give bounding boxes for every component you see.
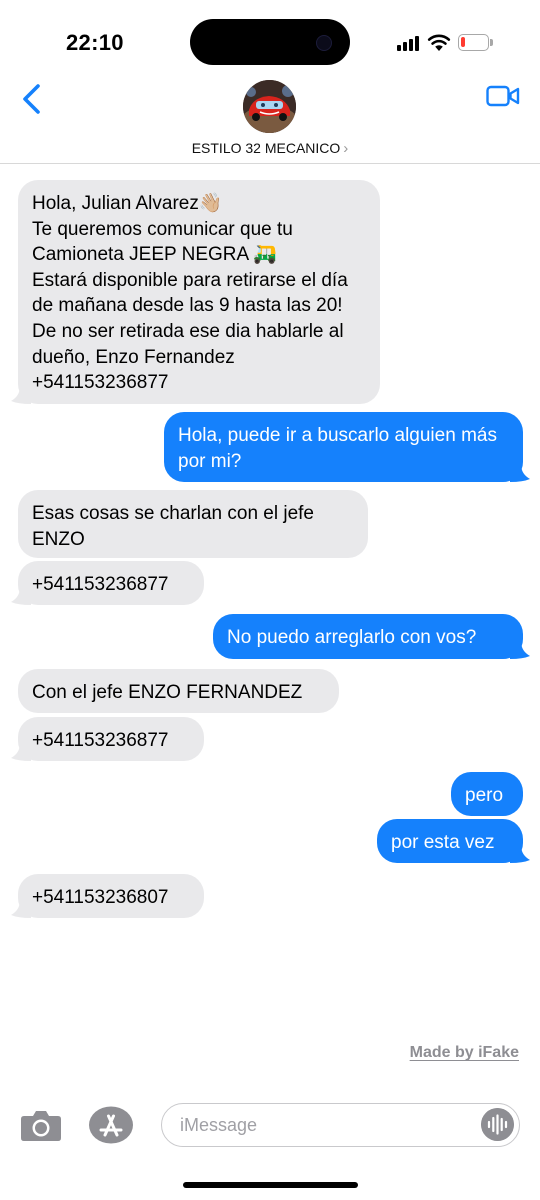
bubble-tail (11, 386, 31, 404)
message-text: Hola, Julian Alvarez👋🏼 Te queremos comun… (32, 193, 348, 394)
status-bar: 22:10 (0, 0, 540, 80)
message-text: +541153236877 (32, 730, 169, 751)
contact-name-label: ESTILO 32 MECANICO (191, 140, 341, 156)
message-text: +541153236807 (32, 887, 169, 908)
message-bubble-incoming[interactable]: +541153236877 (11, 561, 204, 605)
bubble-tail (11, 900, 31, 918)
chevron-right-icon: › (343, 140, 349, 157)
battery-icon (458, 34, 493, 51)
bubble-tail (510, 464, 530, 482)
video-camera-icon[interactable] (486, 84, 520, 108)
status-time: 22:10 (66, 30, 124, 55)
imessage-input[interactable]: iMessage (161, 1103, 520, 1147)
message-text: por esta vez (391, 832, 495, 853)
message-bubble-incoming[interactable]: Con el jefe ENZO FERNANDEZ (18, 669, 339, 713)
message-bubble-outgoing[interactable]: Hola, puede ir a buscarlo alguien más po… (164, 412, 530, 482)
message-text: pero (465, 785, 504, 806)
camera-dot (316, 35, 332, 51)
message-bubble-outgoing[interactable]: No puedo arreglarlo con vos? (213, 614, 530, 659)
bubble-tail (510, 845, 530, 863)
chevron-left-icon[interactable] (14, 80, 50, 118)
dynamic-island (190, 19, 350, 65)
bubble-tail (11, 743, 31, 761)
car-avatar-icon (243, 80, 296, 133)
contact-name[interactable]: ESTILO 32 MECANICO › (0, 140, 540, 157)
watermark-link[interactable]: Made by iFake (410, 1044, 519, 1062)
bubble-tail (11, 587, 31, 605)
message-bubble-incoming[interactable]: Hola, Julian Alvarez👋🏼 Te queremos comun… (11, 180, 380, 404)
message-bubble-outgoing[interactable]: por esta vez (377, 819, 530, 863)
message-text: No puedo arreglarlo con vos? (227, 627, 477, 648)
audio-waveform-icon[interactable] (481, 1108, 514, 1141)
message-text: Esas cosas se charlan con el jefe ENZO (32, 503, 314, 550)
header-divider (0, 163, 540, 164)
message-bubble-incoming[interactable]: Esas cosas se charlan con el jefe ENZO (18, 490, 368, 558)
input-placeholder: iMessage (180, 1115, 258, 1135)
cellular-signal-icon (397, 35, 423, 51)
contact-avatar[interactable] (243, 80, 296, 133)
message-text: Hola, puede ir a buscarlo alguien más po… (178, 425, 497, 472)
message-bubble-outgoing[interactable]: pero (451, 772, 523, 816)
camera-icon[interactable] (20, 1107, 62, 1143)
wifi-icon (427, 34, 451, 51)
message-text: +541153236877 (32, 574, 169, 595)
message-bubble-incoming[interactable]: +541153236807 (11, 874, 204, 918)
bubble-tail (510, 641, 530, 659)
message-text: Con el jefe ENZO FERNANDEZ (32, 682, 303, 703)
battery-level (461, 37, 465, 47)
message-bubble-incoming[interactable]: +541153236877 (11, 717, 204, 761)
app-store-icon[interactable] (88, 1106, 134, 1144)
home-indicator[interactable] (183, 1182, 358, 1188)
